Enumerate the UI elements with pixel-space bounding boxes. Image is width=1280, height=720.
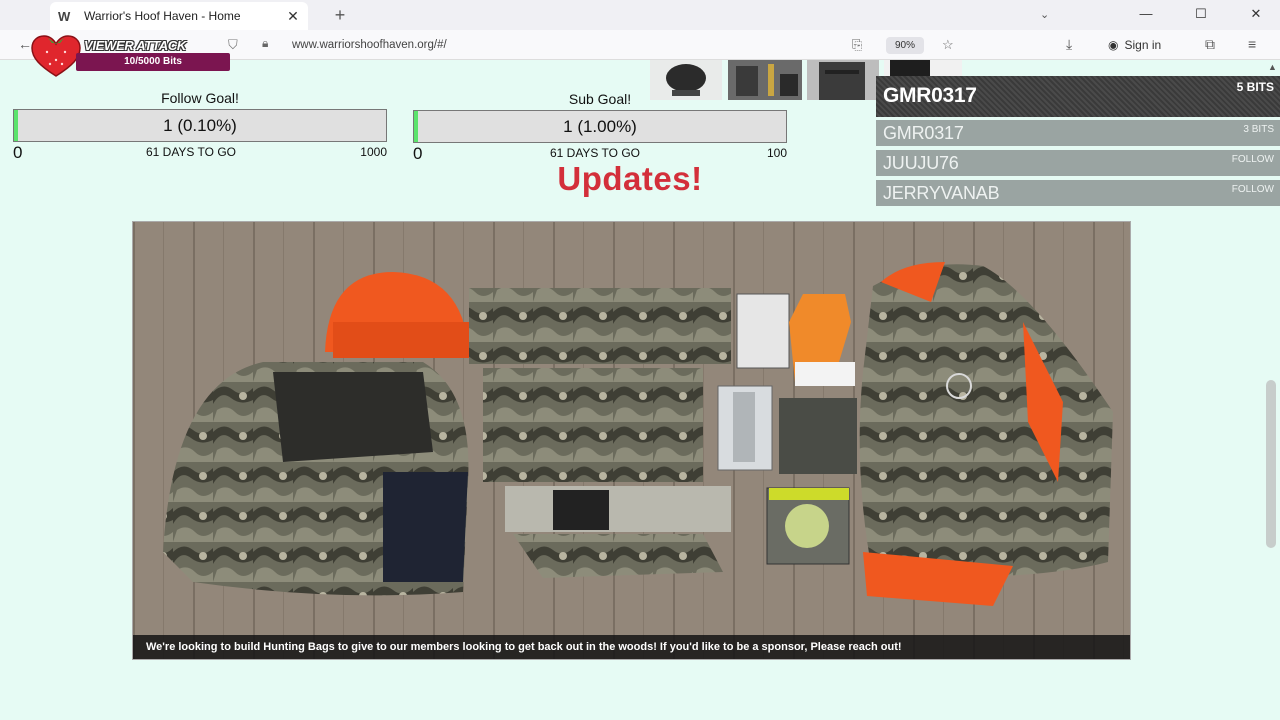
alert-row-name: JUUJU76 [883, 153, 959, 173]
photo-caption: We're looking to build Hunting Bags to g… [133, 635, 1130, 659]
tracking-shield-icon[interactable]: ⛉ [228, 37, 238, 53]
bookmark-star-icon[interactable]: ☆ [942, 37, 954, 53]
viewer-attack-title: VIEWER ATTACK [84, 38, 187, 53]
alert-row-name: JERRYVANAB [883, 183, 1000, 203]
scroll-up-icon[interactable]: ▲ [1268, 62, 1277, 72]
sub-goal-max: 100 [766, 146, 787, 160]
account-icon: ◉ [1108, 38, 1119, 52]
alert-row: JUUJU76 FOLLOW [876, 150, 1280, 176]
sub-goal-bar: 1 (1.00%) [413, 110, 787, 143]
follow-goal-max: 1000 [360, 145, 387, 159]
alert-row-name: GMR0317 [883, 123, 964, 143]
sign-in-label: Sign in [1124, 38, 1162, 52]
viewer-attack-widget: 10/5000 Bits VIEWER ATTACK [28, 32, 230, 78]
extensions-icon[interactable]: ⧉ [1205, 36, 1215, 53]
follow-goal-label: Follow Goal! [161, 90, 239, 106]
browser-tab-bar: W Warrior's Hoof Haven - Home ✕ + ⌄ — ☐ … [0, 0, 1280, 30]
close-tab-icon[interactable]: ✕ [286, 8, 300, 25]
viewer-attack-progress: 10/5000 Bits [76, 53, 230, 71]
menu-hamburger-icon[interactable]: ≡ [1248, 36, 1256, 52]
alert-row-amount: FOLLOW [1231, 154, 1274, 165]
follow-goal-bar: 1 (0.10%) [13, 109, 387, 142]
close-window-icon[interactable]: ✕ [1246, 6, 1266, 22]
browser-tab[interactable]: W Warrior's Hoof Haven - Home ✕ [50, 2, 308, 30]
alert-row-amount: FOLLOW [1231, 184, 1274, 195]
reader-view-icon[interactable]: ⎘ [852, 37, 862, 53]
minimize-icon[interactable]: — [1136, 6, 1156, 21]
alert-row: JERRYVANAB FOLLOW [876, 180, 1280, 206]
site-favicon-icon: W [58, 8, 71, 24]
zoom-level[interactable]: 90% [886, 37, 924, 54]
hunting-gear-image [133, 222, 1130, 659]
lock-icon[interactable]: 🔒︎ [262, 36, 268, 51]
new-tab-icon[interactable]: + [330, 5, 350, 26]
sign-in-button[interactable]: ◉ Sign in [1108, 38, 1161, 52]
sub-goal-days: 61 DAYS TO GO [549, 146, 641, 160]
alert-row-amount: 3 BITS [1243, 124, 1274, 135]
list-all-tabs-icon[interactable]: ⌄ [1040, 8, 1049, 21]
tab-title: Warrior's Hoof Haven - Home [84, 9, 241, 23]
hunting-bag-photo: We're looking to build Hunting Bags to g… [132, 221, 1131, 660]
gear-thumbnail [650, 60, 722, 100]
updates-heading: Updates! [557, 160, 703, 197]
gear-thumbnail [728, 60, 802, 100]
alert-row: GMR0317 3 BITS [876, 120, 1280, 146]
latest-alert-name: GMR0317 [883, 84, 977, 107]
follow-goal-value: 1 (0.10%) [163, 116, 237, 135]
strawberry-heart-icon [31, 35, 81, 77]
follow-goal-days: 61 DAYS TO GO [145, 145, 237, 159]
sub-goal-min: 0 [413, 144, 423, 163]
latest-alert-amount: 5 BITS [1236, 80, 1274, 94]
maximize-icon[interactable]: ☐ [1191, 6, 1211, 22]
url-bar[interactable]: www.warriorshoofhaven.org/#/ [292, 39, 447, 51]
downloads-icon[interactable]: ⤓ [1066, 36, 1072, 53]
follow-goal-min: 0 [13, 143, 23, 162]
sub-goal-value: 1 (1.00%) [563, 117, 637, 136]
latest-alert: GMR0317 5 BITS [876, 76, 1280, 117]
gear-thumbnail [807, 60, 879, 100]
page-scrollbar[interactable] [1266, 380, 1276, 548]
